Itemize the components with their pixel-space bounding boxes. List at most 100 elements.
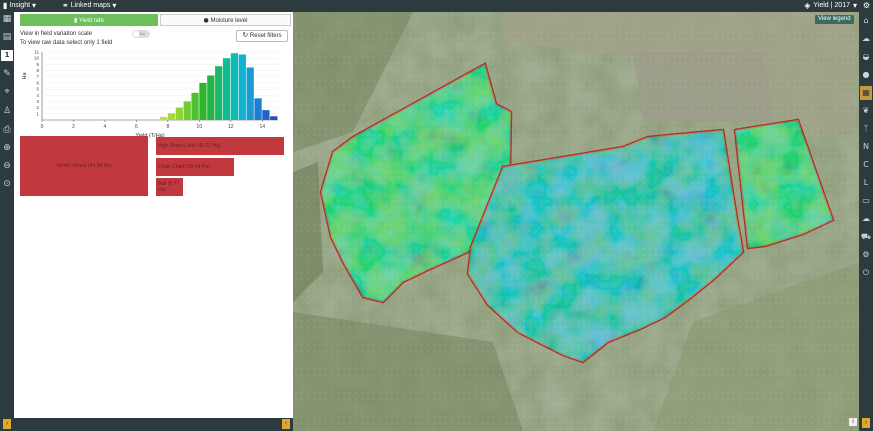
- histogram-x-tick-label: 8: [166, 124, 169, 130]
- pin-icon[interactable]: ●: [860, 68, 872, 82]
- insight-menu[interactable]: ▮ Insight ▾: [3, 1, 36, 10]
- treemap-field-label: Chalk Chalk (28.44 Ha): [158, 164, 210, 170]
- zoom-extent-icon[interactable]: ⊙: [1, 177, 13, 191]
- context-selector[interactable]: ◈ Yield | 2017 ▾: [804, 1, 857, 10]
- nitrogen-icon[interactable]: N: [860, 140, 872, 154]
- histogram-bar: [160, 116, 168, 120]
- right-toolbar: ⌂ ☁ ◒ ● ▦ ❦ ᛉ N C L ▭ ☁ ⛟ ⚙ ⏻ ›: [859, 12, 873, 431]
- insight-panel: ▮ Yield rate ● Moisture level View in fi…: [14, 12, 292, 418]
- histogram-x-tick-label: 4: [104, 124, 107, 130]
- histogram-bar: [222, 58, 231, 120]
- map-view[interactable]: View legend i: [293, 12, 859, 431]
- histogram-y-tick-label: 8: [36, 68, 39, 73]
- context-label: Yield | 2017: [813, 2, 850, 9]
- print-icon[interactable]: ⎙: [1, 123, 13, 137]
- reset-filters-button[interactable]: ↻ Reset filters: [236, 30, 288, 42]
- view-legend-button[interactable]: View legend: [815, 15, 854, 24]
- cloud-icon[interactable]: ☁: [860, 32, 872, 46]
- home-icon[interactable]: ⌂: [860, 14, 872, 28]
- satellite-map: [293, 12, 859, 431]
- histogram-bar: [262, 110, 270, 120]
- settings-icon[interactable]: ⚙: [860, 248, 872, 262]
- histogram-bar: [191, 92, 199, 120]
- moisture-level-label: Moisture level: [210, 18, 248, 24]
- histogram-y-tick-label: 11: [34, 50, 39, 55]
- droplet-icon: ●: [203, 17, 209, 24]
- single-view-icon[interactable]: 1: [1, 50, 13, 61]
- histogram-bar: [183, 101, 191, 120]
- calcium-icon[interactable]: C: [860, 158, 872, 172]
- zoom-out-icon[interactable]: ⊖: [1, 159, 13, 173]
- lime-icon[interactable]: L: [860, 176, 872, 190]
- histogram-bar: [230, 53, 239, 121]
- bottom-bar: › ‹: [0, 418, 293, 431]
- variation-scale-switch[interactable]: No: [132, 30, 150, 38]
- histogram-bar: [254, 98, 262, 120]
- yield-histogram: 12345678910110 2 4 6 8 10 12 14Yield (T/Ha)Ha: [22, 50, 278, 139]
- expand-right-arrow-icon[interactable]: ›: [862, 418, 870, 428]
- locate-icon[interactable]: ⌖: [1, 85, 13, 99]
- chevron-down-icon: ▾: [32, 1, 37, 10]
- treemap-field-label: Ball (9.77 Ha): [158, 181, 180, 193]
- histogram-x-tick-label: 6: [135, 124, 138, 130]
- map-info-icon[interactable]: i: [849, 418, 857, 426]
- collapse-panel-arrow-icon[interactable]: ‹: [282, 419, 290, 429]
- histogram-x-tick-label: 14: [259, 124, 265, 130]
- document-icon[interactable]: ▭: [860, 194, 872, 208]
- histogram-bar: [167, 113, 176, 120]
- top-bar: ▮ Insight ▾ ⚭ Linked maps ▾ ◈ Yield | 20…: [0, 0, 873, 12]
- histogram-bar: [215, 66, 223, 120]
- histogram-x-tick-label: 10: [197, 124, 203, 130]
- treemap-field-ball[interactable]: Ball (9.77 Ha): [156, 178, 183, 196]
- cloud-sync-icon[interactable]: ☁: [860, 212, 872, 226]
- treemap-crop-winter-wheat[interactable]: Winter Wheat (84.94 Ha): [20, 136, 148, 196]
- soil-icon[interactable]: ◒: [860, 50, 872, 64]
- linked-maps-menu[interactable]: ⚭ Linked maps ▾: [62, 1, 116, 10]
- histogram-bar: [199, 82, 207, 120]
- crop-icon[interactable]: ᛉ: [860, 122, 872, 136]
- zoom-in-icon[interactable]: ⊕: [1, 141, 13, 155]
- tractor-icon[interactable]: ⛟: [860, 230, 872, 244]
- treemap-field-label: High Street Lane (45.72 Ha): [158, 143, 221, 149]
- linked-maps-label: Linked maps: [70, 2, 111, 9]
- histogram-y-label: Ha: [22, 72, 28, 80]
- histogram-y-tick-label: 7: [36, 74, 39, 79]
- collapse-left-arrow-icon[interactable]: ›: [3, 419, 11, 429]
- histogram-y-tick-label: 2: [36, 105, 39, 110]
- variation-scale-label: View in field variation scale: [20, 31, 92, 37]
- chevron-down-icon: ▾: [852, 1, 857, 10]
- treemap-field-chalk-chalk[interactable]: Chalk Chalk (28.44 Ha): [156, 158, 234, 176]
- histogram-y-tick-label: 10: [34, 56, 40, 61]
- bar-chart-icon: ▮: [74, 17, 78, 24]
- map-layers-icon[interactable]: ▦: [1, 12, 13, 26]
- refresh-icon: ↻: [242, 31, 249, 39]
- switch-state-label: No: [140, 31, 146, 36]
- treemap-field-high-street-lane[interactable]: High Street Lane (45.72 Ha): [156, 137, 284, 155]
- histogram-bar: [246, 67, 254, 120]
- histogram-y-tick-label: 4: [36, 93, 39, 98]
- bar-chart-icon: ▮: [3, 1, 8, 10]
- treemap-crop-label: Winter Wheat (84.94 Ha): [56, 163, 112, 169]
- edit-icon[interactable]: ✎: [1, 67, 13, 81]
- moisture-level-toggle[interactable]: ● Moisture level: [160, 14, 291, 26]
- table-icon[interactable]: ▤: [1, 30, 13, 44]
- chevron-down-icon: ▾: [112, 1, 117, 10]
- left-toolbar: ▦ ▤ 1 ✎ ⌖ ♙ ⎙ ⊕ ⊖ ⊙: [0, 12, 14, 431]
- histogram-x-tick-label: 0: [41, 124, 44, 130]
- histogram-y-tick-label: 3: [36, 99, 39, 104]
- histogram-x-tick-label: 2: [72, 124, 75, 130]
- yield-rate-toggle[interactable]: ▮ Yield rate: [20, 14, 158, 26]
- histogram-x-tick-label: 12: [228, 124, 234, 130]
- power-icon[interactable]: ⏻: [860, 266, 872, 280]
- layers-icon: ◈: [804, 1, 811, 10]
- leaf-icon[interactable]: ❦: [860, 104, 872, 118]
- settings-gear-icon[interactable]: ⚙: [863, 1, 870, 10]
- histogram-bar: [270, 116, 278, 120]
- histogram-y-tick-label: 1: [36, 111, 39, 116]
- yield-rate-label: Yield rate: [78, 18, 104, 24]
- histogram-bar: [207, 75, 215, 120]
- walk-icon[interactable]: ♙: [1, 104, 13, 118]
- yield-grid-icon[interactable]: ▦: [860, 86, 872, 100]
- link-icon: ⚭: [62, 1, 69, 10]
- reset-filters-label: Reset filters: [249, 33, 282, 39]
